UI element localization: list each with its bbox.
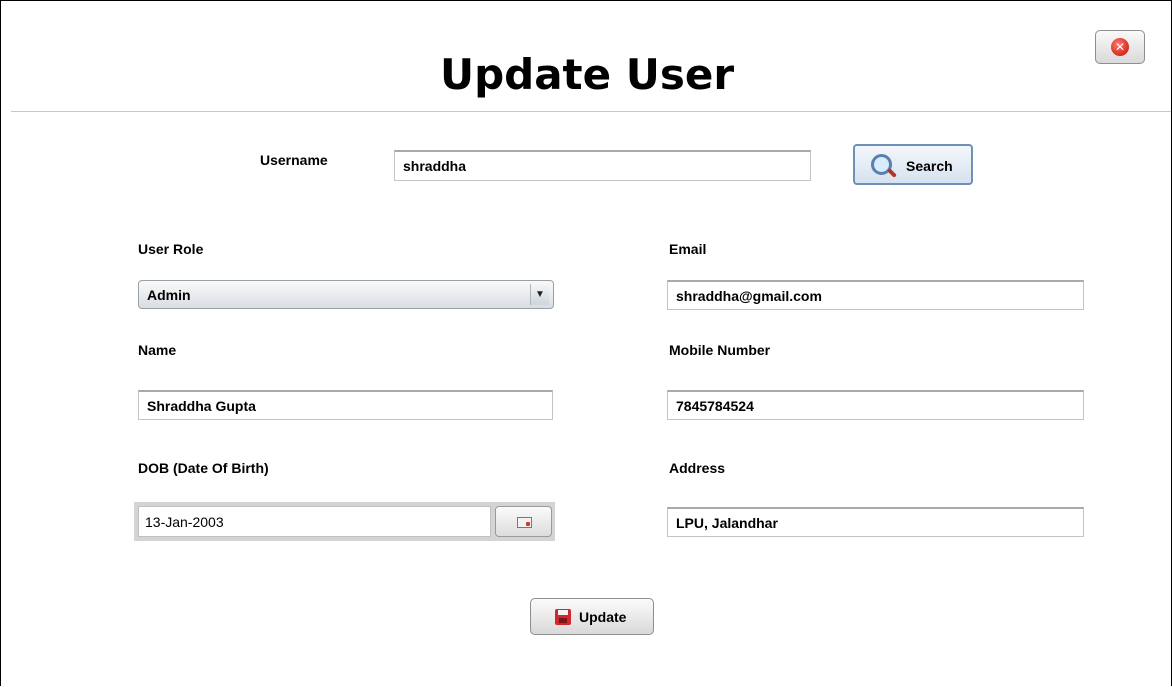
username-label: Username bbox=[260, 152, 328, 168]
user-role-select[interactable]: Admin ▼ bbox=[138, 280, 554, 309]
title-divider bbox=[11, 111, 1171, 112]
calendar-button[interactable] bbox=[495, 506, 552, 537]
dob-label: DOB (Date Of Birth) bbox=[138, 460, 269, 476]
update-button[interactable]: Update bbox=[530, 598, 654, 635]
save-disk-icon bbox=[555, 609, 571, 625]
address-field[interactable] bbox=[667, 507, 1084, 537]
user-role-label: User Role bbox=[138, 241, 204, 257]
search-button[interactable]: Search bbox=[853, 144, 973, 185]
mobile-field[interactable] bbox=[667, 390, 1084, 420]
close-icon: ✕ bbox=[1111, 38, 1129, 56]
chevron-down-icon[interactable]: ▼ bbox=[530, 284, 549, 305]
email-label: Email bbox=[669, 241, 707, 257]
dob-date-picker bbox=[134, 502, 555, 541]
magnifier-handle bbox=[887, 168, 897, 178]
user-role-value: Admin bbox=[147, 287, 191, 303]
update-button-label: Update bbox=[579, 609, 627, 625]
mobile-label: Mobile Number bbox=[669, 342, 771, 358]
name-label: Name bbox=[138, 342, 177, 358]
email-field[interactable] bbox=[667, 280, 1084, 310]
search-button-label: Search bbox=[906, 158, 953, 174]
close-button[interactable]: ✕ bbox=[1095, 30, 1145, 64]
dob-field[interactable] bbox=[138, 506, 491, 537]
username-input[interactable] bbox=[394, 150, 811, 181]
update-user-window: Update User ✕ Username Search User Role … bbox=[0, 0, 1172, 686]
address-label: Address bbox=[669, 460, 726, 476]
page-title: Update User bbox=[439, 50, 735, 99]
calendar-icon bbox=[517, 517, 532, 528]
name-field[interactable] bbox=[138, 390, 553, 420]
